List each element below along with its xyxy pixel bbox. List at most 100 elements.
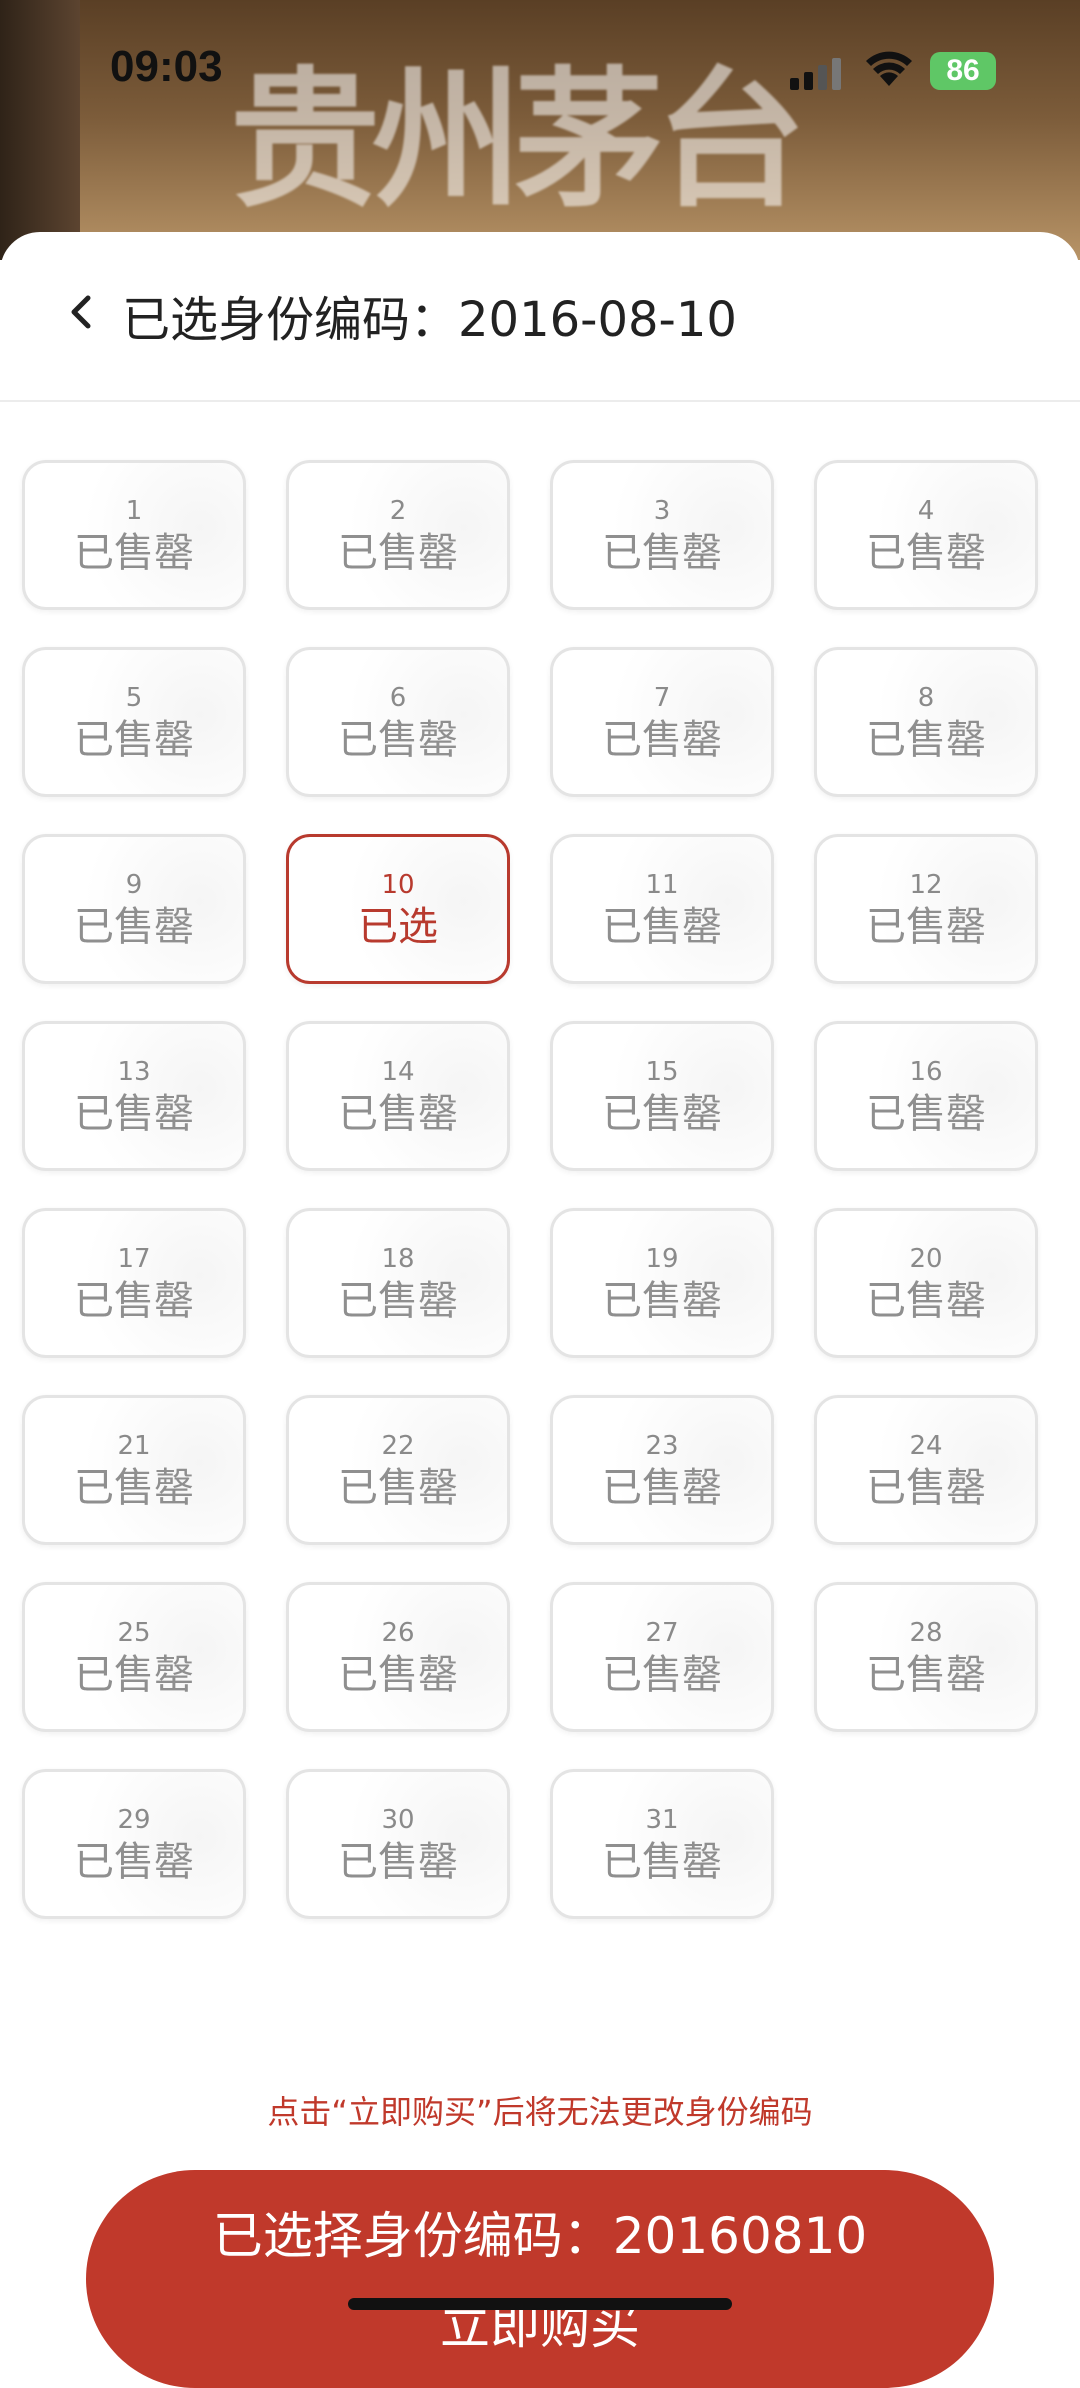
- code-cell[interactable]: 31 已售罄: [550, 1769, 774, 1919]
- buy-button-selected-code: 已选择身份编码：20160810: [212, 2207, 868, 2265]
- code-cell[interactable]: 5 已售罄: [22, 647, 246, 797]
- code-cell-status: 已售罄: [74, 1278, 194, 1324]
- code-cell-number: 23: [645, 1431, 679, 1461]
- code-cell-status: 已售罄: [338, 1465, 458, 1511]
- code-picker-sheet: 已选身份编码：2016-08-10 1 已售罄 2 已售罄 3 已售罄 4 已售罄 5 已售罄 6 已…: [0, 232, 1080, 2388]
- code-cell-number: 28: [909, 1618, 943, 1648]
- code-cell-number: 25: [117, 1618, 151, 1648]
- battery-level: 86: [946, 54, 980, 87]
- code-cell[interactable]: 9 已售罄: [22, 834, 246, 984]
- code-cell-number: 6: [389, 683, 407, 713]
- code-cell[interactable]: 1 已售罄: [22, 460, 246, 610]
- code-cell-status: 已售罄: [338, 1278, 458, 1324]
- cellular-signal-icon: [790, 58, 841, 90]
- battery-icon: 86: [930, 52, 996, 90]
- code-cell[interactable]: 17 已售罄: [22, 1208, 246, 1358]
- code-cell[interactable]: 26 已售罄: [286, 1582, 510, 1732]
- status-bar: 09:03 86: [0, 0, 1080, 140]
- buy-now-button[interactable]: 已选择身份编码：20160810 立即购买: [86, 2170, 994, 2388]
- code-cell-number: 12: [909, 870, 943, 900]
- code-cell-status: 已售罄: [866, 717, 986, 763]
- code-cell-status: 已售罄: [74, 717, 194, 763]
- code-cell-number: 1: [125, 496, 143, 526]
- code-cell[interactable]: 14 已售罄: [286, 1021, 510, 1171]
- code-cell-status: 已售罄: [866, 904, 986, 950]
- code-cell-status: 已售罄: [866, 530, 986, 576]
- code-cell[interactable]: 4 已售罄: [814, 460, 1038, 610]
- code-cell-status: 已售罄: [602, 1652, 722, 1698]
- code-cell-status: 已售罄: [602, 717, 722, 763]
- code-cell-number: 13: [117, 1057, 151, 1087]
- code-cell[interactable]: 18 已售罄: [286, 1208, 510, 1358]
- sheet-header: 已选身份编码：2016-08-10: [0, 232, 1080, 402]
- code-cell[interactable]: 19 已售罄: [550, 1208, 774, 1358]
- code-cell-status: 已售罄: [74, 1091, 194, 1137]
- code-cell[interactable]: 23 已售罄: [550, 1395, 774, 1545]
- code-cell-number: 24: [909, 1431, 943, 1461]
- code-cell-status: 已售罄: [74, 1839, 194, 1885]
- code-cell-status: 已售罄: [338, 1839, 458, 1885]
- code-cell-status: 已售罄: [866, 1278, 986, 1324]
- code-cell-status: 已售罄: [602, 1465, 722, 1511]
- warning-text: 点击“立即购买”后将无法更改身份编码: [267, 2093, 813, 2131]
- code-cell[interactable]: 30 已售罄: [286, 1769, 510, 1919]
- code-cell[interactable]: 15 已售罄: [550, 1021, 774, 1171]
- status-time: 09:03: [110, 42, 223, 91]
- code-cell[interactable]: 21 已售罄: [22, 1395, 246, 1545]
- code-cell-status: 已售罄: [602, 1091, 722, 1137]
- code-cell-status: 已售罄: [338, 530, 458, 576]
- code-cell-status: 已售罄: [602, 904, 722, 950]
- code-cell-number: 19: [645, 1244, 679, 1274]
- code-cell-number: 15: [645, 1057, 679, 1087]
- code-cell-number: 16: [909, 1057, 943, 1087]
- code-cell[interactable]: 20 已售罄: [814, 1208, 1038, 1358]
- code-cell-number: 2: [389, 496, 407, 526]
- code-cell-status: 已售罄: [338, 1652, 458, 1698]
- back-chevron-icon[interactable]: [64, 292, 100, 332]
- code-cell-status: 已售罄: [602, 1839, 722, 1885]
- code-cell[interactable]: 16 已售罄: [814, 1021, 1038, 1171]
- code-cell-number: 3: [653, 496, 671, 526]
- code-cell-number: 31: [645, 1805, 679, 1835]
- code-cell-number: 8: [917, 683, 935, 713]
- code-cell-number: 10: [381, 870, 415, 900]
- home-indicator: [348, 2298, 732, 2310]
- code-cell-status: 已售罄: [74, 1465, 194, 1511]
- code-cell-number: 5: [125, 683, 143, 713]
- code-cell-status: 已售罄: [338, 1091, 458, 1137]
- code-cell[interactable]: 10 已选: [286, 834, 510, 984]
- code-cell[interactable]: 3 已售罄: [550, 460, 774, 610]
- page-title: 已选身份编码：2016-08-10: [122, 292, 737, 348]
- code-cell-status: 已售罄: [866, 1091, 986, 1137]
- code-cell-number: 22: [381, 1431, 415, 1461]
- code-cell[interactable]: 24 已售罄: [814, 1395, 1038, 1545]
- code-cell-number: 20: [909, 1244, 943, 1274]
- code-cell[interactable]: 28 已售罄: [814, 1582, 1038, 1732]
- code-cell-number: 11: [645, 870, 679, 900]
- code-cell-status: 已售罄: [602, 530, 722, 576]
- code-cell-number: 17: [117, 1244, 151, 1274]
- code-cell-number: 4: [917, 496, 935, 526]
- code-cell[interactable]: 6 已售罄: [286, 647, 510, 797]
- code-cell[interactable]: 27 已售罄: [550, 1582, 774, 1732]
- code-cell-status: 已售罄: [74, 904, 194, 950]
- code-cell[interactable]: 22 已售罄: [286, 1395, 510, 1545]
- code-cell[interactable]: 13 已售罄: [22, 1021, 246, 1171]
- wifi-icon: [866, 51, 912, 86]
- code-cell[interactable]: 7 已售罄: [550, 647, 774, 797]
- code-cell[interactable]: 25 已售罄: [22, 1582, 246, 1732]
- code-cell[interactable]: 2 已售罄: [286, 460, 510, 610]
- code-cell[interactable]: 8 已售罄: [814, 647, 1038, 797]
- code-cell[interactable]: 11 已售罄: [550, 834, 774, 984]
- code-cell-status: 已售罄: [866, 1652, 986, 1698]
- code-cell-number: 14: [381, 1057, 415, 1087]
- code-cell-number: 21: [117, 1431, 151, 1461]
- code-cell-number: 9: [125, 870, 143, 900]
- code-cell[interactable]: 12 已售罄: [814, 834, 1038, 984]
- code-cell-number: 7: [653, 683, 671, 713]
- code-cell-status: 已售罄: [74, 530, 194, 576]
- code-cell-status: 已售罄: [74, 1652, 194, 1698]
- code-cell-number: 29: [117, 1805, 151, 1835]
- code-cell-status: 已售罄: [866, 1465, 986, 1511]
- code-cell[interactable]: 29 已售罄: [22, 1769, 246, 1919]
